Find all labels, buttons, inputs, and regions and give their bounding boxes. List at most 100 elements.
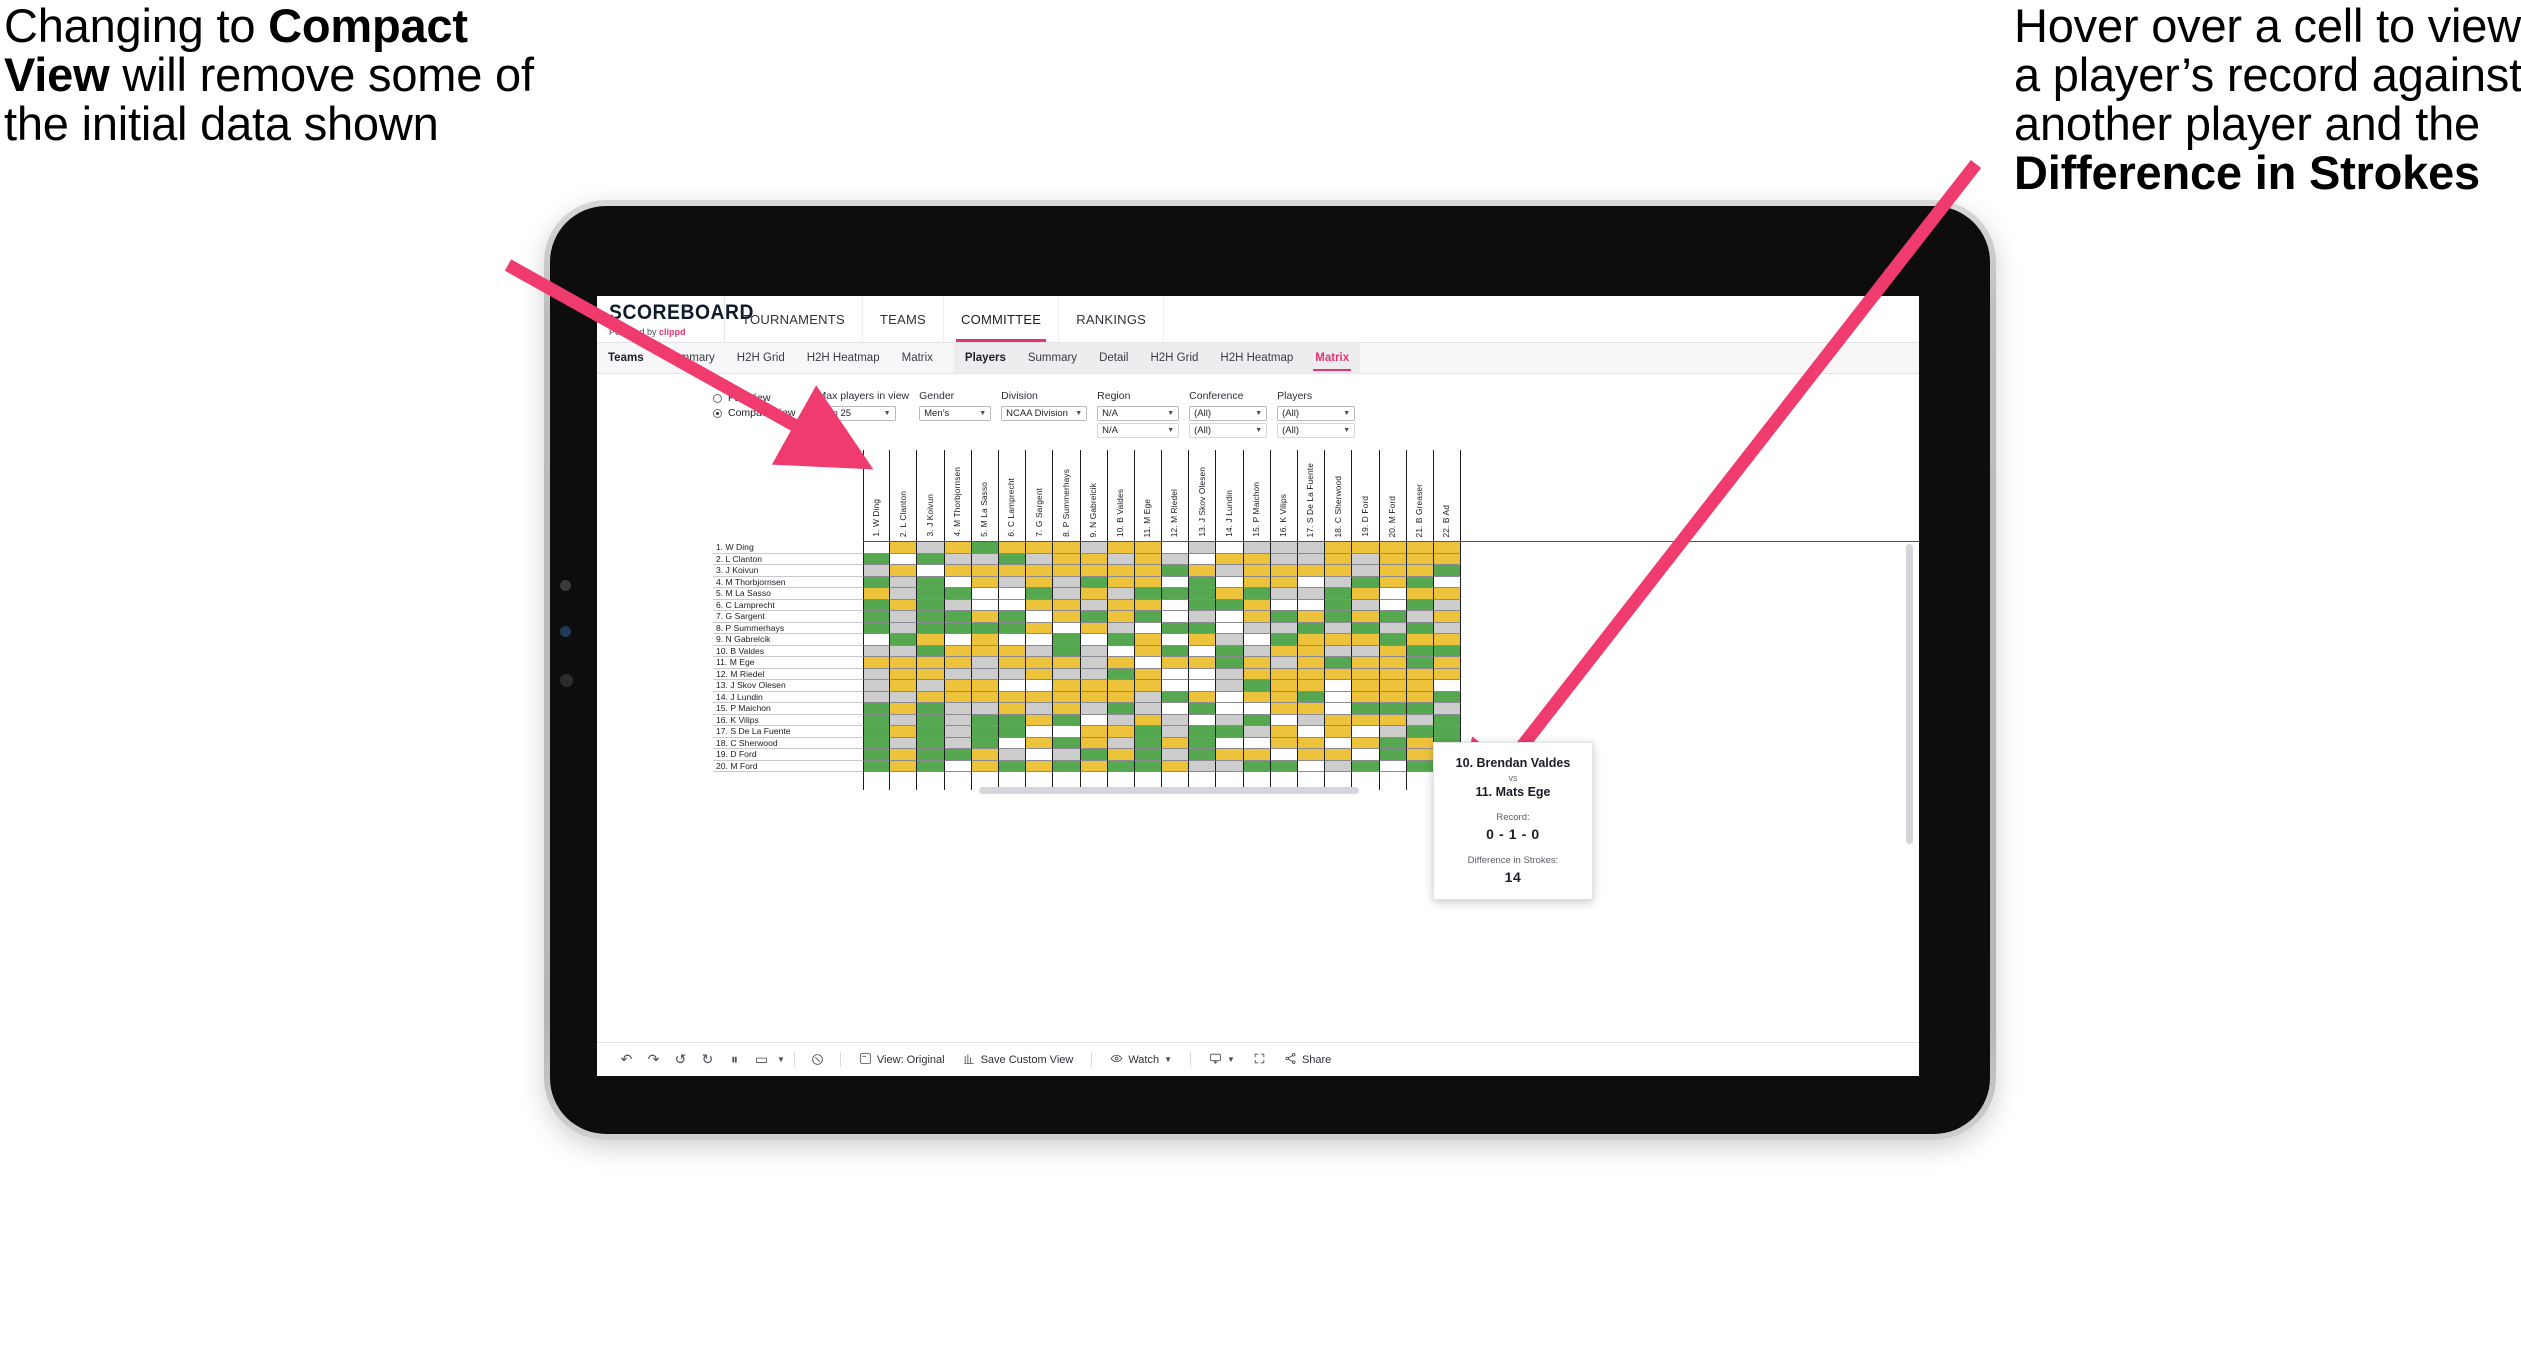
matrix-cell[interactable] (1352, 553, 1380, 565)
subnav-players-detail[interactable]: Detail (1088, 343, 1139, 373)
matrix-cell[interactable] (1080, 576, 1108, 588)
matrix-cell[interactable] (1352, 668, 1380, 680)
matrix-cell[interactable] (1379, 622, 1407, 634)
refresh-data-icon[interactable]: ↻ (694, 1047, 721, 1073)
matrix-cell[interactable] (998, 576, 1027, 588)
matrix-cell[interactable] (1189, 680, 1217, 692)
matrix-cell[interactable] (863, 691, 891, 703)
matrix-cell[interactable] (1216, 657, 1244, 669)
matrix-cell[interactable] (863, 622, 891, 634)
matrix-cell[interactable] (1243, 749, 1271, 761)
matrix-cell[interactable] (1080, 737, 1108, 749)
matrix-cell[interactable] (1134, 737, 1163, 749)
subnav-teams-matrix[interactable]: Matrix (891, 343, 944, 373)
matrix-cell[interactable] (1243, 542, 1271, 554)
matrix-cell[interactable] (1298, 599, 1326, 611)
matrix-cell[interactable] (1189, 588, 1217, 600)
matrix-col-header[interactable]: 5. M La Sasso (972, 450, 999, 541)
matrix-cell[interactable] (863, 634, 891, 646)
matrix-cell[interactable] (917, 680, 945, 692)
matrix-cell[interactable] (944, 634, 972, 646)
matrix-cell[interactable] (1080, 588, 1108, 600)
matrix-cell[interactable] (1325, 749, 1353, 761)
matrix-cell[interactable] (890, 588, 918, 600)
matrix-cell[interactable] (1406, 726, 1434, 738)
matrix-cell[interactable] (1080, 703, 1108, 715)
matrix-cell[interactable] (1298, 703, 1326, 715)
matrix-cell[interactable] (1325, 599, 1353, 611)
matrix-cell[interactable] (1325, 691, 1353, 703)
matrix-cell[interactable] (863, 680, 891, 692)
matrix-cell[interactable] (998, 634, 1027, 646)
matrix-cell[interactable] (1406, 668, 1434, 680)
vertical-scrollbar[interactable] (1906, 544, 1913, 844)
matrix-row-label[interactable]: 7. G Sargent (713, 611, 863, 623)
matrix-cell[interactable] (1107, 703, 1135, 715)
matrix-cell[interactable] (1406, 691, 1434, 703)
matrix-cell[interactable] (1379, 565, 1407, 577)
matrix-cell[interactable] (1379, 611, 1407, 623)
matrix-cell[interactable] (1406, 611, 1434, 623)
matrix-cell[interactable] (944, 737, 972, 749)
matrix-cell[interactable] (1406, 703, 1434, 715)
matrix-cell[interactable] (1352, 634, 1380, 646)
matrix-cell[interactable] (1270, 737, 1298, 749)
fullscreen-button[interactable] (1244, 1047, 1275, 1073)
matrix-cell[interactable] (1080, 657, 1108, 669)
matrix-row-label[interactable]: 5. M La Sasso (713, 588, 863, 600)
matrix-cell[interactable] (1026, 645, 1054, 657)
matrix-cell[interactable] (1053, 634, 1081, 646)
matrix-cell[interactable] (944, 588, 972, 600)
filter-select-conference-2[interactable]: (All) ▼ (1189, 423, 1268, 438)
subnav-teams-h2h-grid[interactable]: H2H Grid (726, 343, 796, 373)
matrix-cell[interactable] (1325, 576, 1353, 588)
matrix-cell[interactable] (998, 565, 1027, 577)
matrix-cell[interactable] (917, 737, 945, 749)
matrix-row-label[interactable]: 11. M Ege (713, 657, 863, 669)
matrix-cell[interactable] (971, 703, 999, 715)
matrix-cell[interactable] (1189, 599, 1217, 611)
redo-icon[interactable]: ↷ (640, 1047, 667, 1073)
matrix-cell[interactable] (1134, 622, 1163, 634)
matrix-cell[interactable] (1026, 680, 1054, 692)
matrix-cell[interactable] (1134, 576, 1163, 588)
matrix-cell[interactable] (917, 634, 945, 646)
matrix-cell[interactable] (944, 668, 972, 680)
matrix-cell[interactable] (1134, 726, 1163, 738)
matrix-cell[interactable] (1406, 588, 1434, 600)
matrix-cell[interactable] (1026, 714, 1054, 726)
matrix-cell[interactable] (1433, 634, 1462, 646)
matrix-cell[interactable] (1080, 645, 1108, 657)
matrix-col-header[interactable]: 7. G Sargent (1026, 450, 1054, 541)
matrix-cell[interactable] (1162, 749, 1190, 761)
matrix-cell[interactable] (1189, 576, 1217, 588)
matrix-cell[interactable] (917, 714, 945, 726)
matrix-cell[interactable] (1134, 668, 1163, 680)
matrix-cell[interactable] (890, 760, 918, 772)
matrix-cell[interactable] (1243, 737, 1271, 749)
matrix-cell[interactable] (1270, 668, 1298, 680)
matrix-col-header[interactable]: 18. C Sherwood (1325, 450, 1353, 541)
matrix-cell[interactable] (1352, 565, 1380, 577)
matrix-cell[interactable] (998, 703, 1027, 715)
matrix-cell[interactable] (1433, 657, 1462, 669)
matrix-cell[interactable] (1270, 691, 1298, 703)
matrix-cell[interactable] (1189, 657, 1217, 669)
matrix-cell[interactable] (971, 565, 999, 577)
subnav-players-h2h-grid[interactable]: H2H Grid (1139, 343, 1209, 373)
matrix-cell[interactable] (1216, 760, 1244, 772)
matrix-col-header[interactable]: 10. B Valdes (1108, 450, 1135, 541)
matrix-cell[interactable] (1298, 749, 1326, 761)
matrix-cell[interactable] (1053, 703, 1081, 715)
matrix-cell[interactable] (1406, 576, 1434, 588)
matrix-cell[interactable] (1270, 645, 1298, 657)
matrix-cell[interactable] (1352, 588, 1380, 600)
matrix-cell[interactable] (998, 611, 1027, 623)
matrix-cell[interactable] (1243, 703, 1271, 715)
matrix-cell[interactable] (1298, 576, 1326, 588)
chevron-down-icon[interactable]: ▼ (777, 1055, 785, 1064)
filter-select-division[interactable]: NCAA Division I ▼ (1001, 406, 1088, 421)
matrix-cell[interactable] (1352, 703, 1380, 715)
matrix-cell[interactable] (944, 703, 972, 715)
view-mode-option-full-view[interactable]: Full View (713, 392, 796, 404)
